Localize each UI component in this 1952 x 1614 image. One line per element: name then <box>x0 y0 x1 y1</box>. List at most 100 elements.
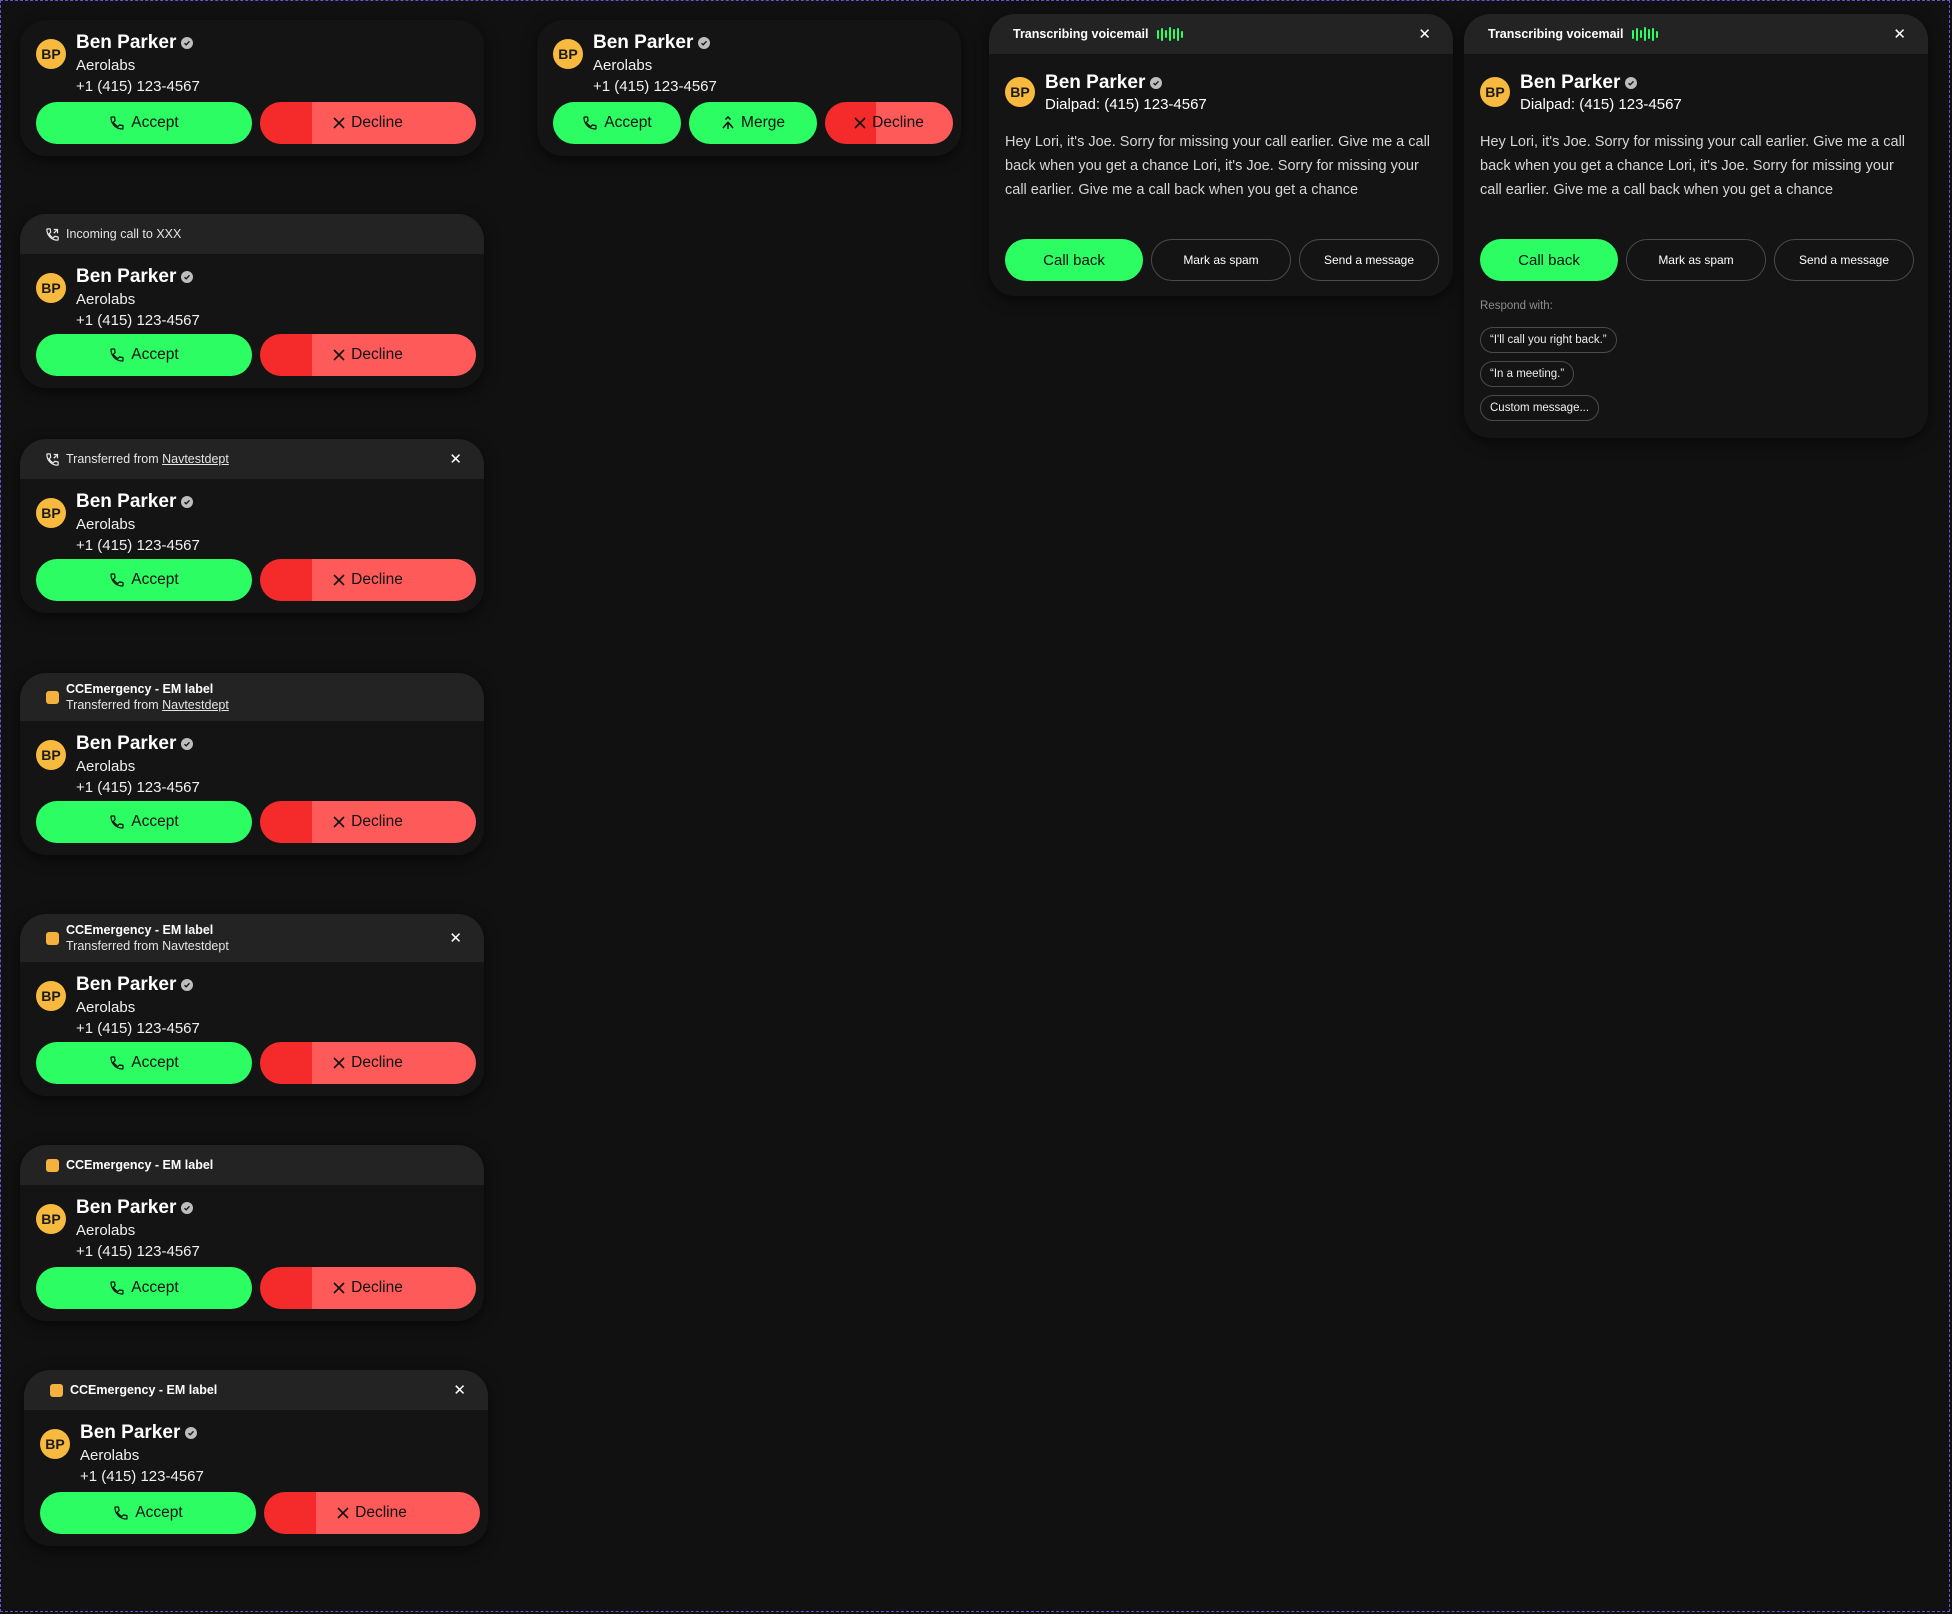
quick-response-chip[interactable]: “I'll call you right back.” <box>1480 327 1617 353</box>
contact-company: Aerolabs <box>593 57 653 74</box>
contact-name-row: Ben Parker <box>1045 72 1163 94</box>
decline-label: Decline <box>351 1054 403 1071</box>
contact-company: Aerolabs <box>76 291 136 308</box>
custom-message-chip[interactable]: Custom message... <box>1480 395 1600 421</box>
close-icon[interactable]: ✕ <box>1893 25 1906 43</box>
close-icon[interactable]: ✕ <box>449 450 462 468</box>
mark-spam-button[interactable]: Mark as spam <box>1626 239 1766 281</box>
contact-name-row: Ben Parker <box>76 733 194 755</box>
emergency-label: CCEmergency - EM label <box>70 1383 218 1397</box>
avatar: BP <box>36 1204 66 1234</box>
transferred-line: Transferred from Navtestdept <box>66 939 229 953</box>
header-lines: CCEmergency - EM label Transferred from … <box>66 681 229 713</box>
close-icon <box>333 117 345 129</box>
avatar: BP <box>40 1429 70 1459</box>
close-icon[interactable]: ✕ <box>449 929 462 947</box>
mark-spam-button[interactable]: Mark as spam <box>1151 239 1291 281</box>
contact-name-row: Ben Parker <box>76 1197 194 1219</box>
waveform-icon <box>1632 27 1659 41</box>
decline-button[interactable]: Decline <box>260 1042 476 1084</box>
voicemail-header-text: Transcribing voicemail <box>1488 27 1624 41</box>
decline-label: Decline <box>351 571 403 588</box>
close-icon <box>333 1057 345 1069</box>
header-text-prefix: Transferred from <box>66 452 159 466</box>
decline-button[interactable]: Decline <box>825 102 953 144</box>
decline-button[interactable]: Decline <box>260 559 476 601</box>
header-text: Incoming call to XXX <box>66 227 182 241</box>
contact-name: Ben Parker <box>80 1422 181 1443</box>
accept-button[interactable]: Accept <box>36 1042 252 1084</box>
accept-button[interactable]: Accept <box>36 334 252 376</box>
call-actions: Accept Decline <box>36 102 476 144</box>
emergency-label-icon <box>44 1157 60 1173</box>
incoming-call-card: BP Ben Parker Aerolabs +1 (415) 123-4567… <box>20 20 484 156</box>
accept-button[interactable]: Accept <box>36 559 252 601</box>
card-header: Transferred from Navtestdept ✕ <box>20 439 484 479</box>
phone-icon <box>110 1281 124 1295</box>
merge-button[interactable]: Merge <box>689 102 817 144</box>
send-message-button[interactable]: Send a message <box>1774 239 1914 281</box>
decline-label: Decline <box>351 1279 403 1296</box>
contact-company: Aerolabs <box>76 57 136 74</box>
accept-label: Accept <box>131 571 179 588</box>
emergency-label-icon <box>44 689 60 705</box>
call-back-button[interactable]: Call back <box>1005 239 1143 281</box>
contact-name-row: Ben Parker <box>1520 72 1638 94</box>
transferred-dept-link[interactable]: Navtestdept <box>162 452 229 466</box>
contact-company: Aerolabs <box>76 516 136 533</box>
waveform-icon <box>1157 27 1184 41</box>
voicemail-card-respond: Transcribing voicemail ✕ BP Ben Parker D… <box>1464 14 1928 438</box>
contact-name: Ben Parker <box>593 32 694 53</box>
decline-label: Decline <box>351 813 403 830</box>
contact-company: Aerolabs <box>76 758 136 775</box>
call-back-button[interactable]: Call back <box>1480 239 1618 281</box>
accept-button[interactable]: Accept <box>36 1267 252 1309</box>
transferred-dept-link[interactable]: Navtestdept <box>162 698 229 712</box>
close-icon <box>333 816 345 828</box>
emergency-label-icon <box>44 930 60 946</box>
decline-button[interactable]: Decline <box>260 334 476 376</box>
verified-badge-icon <box>181 37 194 49</box>
call-transfer-icon <box>44 226 60 242</box>
transferred-line: Transferred from Navtestdept <box>66 697 229 713</box>
card-header: Incoming call to XXX <box>20 214 484 254</box>
send-message-button[interactable]: Send a message <box>1299 239 1439 281</box>
contact-phone: +1 (415) 123-4567 <box>80 1468 204 1485</box>
call-actions: Accept Decline <box>40 1492 480 1534</box>
contact-phone: +1 (415) 123-4567 <box>76 312 200 329</box>
contact-name: Ben Parker <box>76 266 177 287</box>
contact-phone: +1 (415) 123-4567 <box>76 1020 200 1037</box>
avatar: BP <box>36 981 66 1011</box>
emergency-label: CCEmergency - EM label <box>66 1158 214 1172</box>
call-actions: Accept Decline <box>36 559 476 601</box>
contact-name: Ben Parker <box>76 491 177 512</box>
quick-response-chip[interactable]: “In a meeting.” <box>1480 361 1575 387</box>
contact-company: Aerolabs <box>76 1222 136 1239</box>
call-actions: Accept Decline <box>36 801 476 843</box>
avatar: BP <box>553 39 583 69</box>
accept-button[interactable]: Accept <box>36 102 252 144</box>
card-header: CCEmergency - EM label Transferred from … <box>20 673 484 721</box>
accept-button[interactable]: Accept <box>40 1492 256 1534</box>
decline-label: Decline <box>351 114 403 131</box>
close-icon[interactable]: ✕ <box>1418 25 1431 43</box>
contact-name: Ben Parker <box>76 733 177 754</box>
decline-button[interactable]: Decline <box>260 1267 476 1309</box>
close-icon <box>854 117 866 129</box>
decline-button[interactable]: Decline <box>260 102 476 144</box>
close-icon <box>333 574 345 586</box>
close-icon[interactable]: ✕ <box>453 1381 466 1399</box>
header-text-prefix: Transferred from <box>66 698 159 712</box>
verified-badge-icon <box>181 1202 194 1214</box>
card-header: Transcribing voicemail ✕ <box>1464 14 1928 54</box>
accept-label: Accept <box>131 114 179 131</box>
verified-badge-icon <box>185 1427 198 1439</box>
call-actions: Accept Decline <box>36 1042 476 1084</box>
accept-button[interactable]: Accept <box>553 102 681 144</box>
call-actions: Accept Merge Decline <box>553 102 953 144</box>
incoming-call-card-merge: BP Ben Parker Aerolabs +1 (415) 123-4567… <box>537 20 961 156</box>
accept-button[interactable]: Accept <box>36 801 252 843</box>
decline-button[interactable]: Decline <box>260 801 476 843</box>
merge-icon <box>722 116 734 129</box>
decline-button[interactable]: Decline <box>264 1492 480 1534</box>
